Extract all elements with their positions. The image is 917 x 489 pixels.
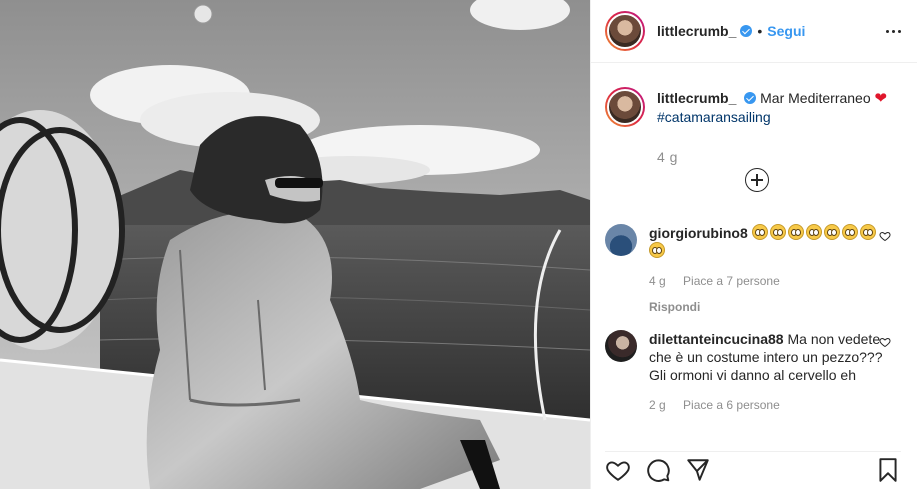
heart-icon[interactable] (605, 457, 631, 483)
caption-time: 4 g (657, 149, 678, 165)
comment-body: giorgiorubino8 4 g Piace a 7 persone Ris… (649, 224, 889, 316)
comment-time: 2 g (649, 398, 666, 412)
comment-likes[interactable]: Piace a 7 persone (683, 274, 780, 288)
photo-image (0, 0, 590, 489)
bookmark-icon[interactable] (875, 457, 901, 483)
emoji-icon (649, 242, 665, 258)
emoji-icon (769, 224, 786, 240)
comment-heart-icon[interactable] (879, 230, 891, 242)
comment-item: giorgiorubino8 4 g Piace a 7 persone Ris… (605, 224, 901, 316)
follow-button[interactable]: Segui (767, 23, 805, 39)
action-bar (605, 451, 901, 483)
reply-button[interactable]: Rispondi (649, 298, 889, 316)
author-username[interactable]: littlecrumb_ (657, 23, 736, 39)
hashtag-link[interactable]: #catamaransailing (657, 108, 887, 126)
emoji-icon (805, 224, 822, 240)
comment-icon[interactable] (645, 457, 671, 483)
more-options-icon[interactable] (886, 30, 901, 33)
plus-circle-icon[interactable] (745, 168, 769, 192)
verified-badge-icon (740, 25, 753, 37)
comment-item: dilettanteincucina88 Ma non vedete che è… (605, 330, 901, 414)
comment-body: dilettanteincucina88 Ma non vedete che è… (649, 330, 889, 414)
emoji-icon (787, 224, 804, 240)
post-header: littlecrumb_ • Segui (591, 0, 917, 63)
caption-username[interactable]: littlecrumb_ (657, 90, 736, 106)
commenter-avatar[interactable] (605, 224, 637, 256)
comment-heart-icon[interactable] (879, 336, 891, 348)
commenter-avatar[interactable] (605, 330, 637, 362)
caption-avatar[interactable] (605, 87, 645, 127)
verified-badge-icon (744, 92, 757, 104)
post-caption: littlecrumb_ Mar Mediterraneo ❤ #catamar… (591, 63, 917, 127)
separator-dot: • (757, 23, 763, 39)
caption-text: littlecrumb_ Mar Mediterraneo ❤ #catamar… (657, 87, 887, 127)
emoji-icon (841, 224, 858, 240)
red-heart-emoji: ❤ (874, 90, 888, 107)
comment-meta: 4 g Piace a 7 persone (649, 272, 889, 290)
commenter-username[interactable]: giorgiorubino8 (649, 225, 748, 241)
post-side-panel: littlecrumb_ • Segui littlecrumb_ Mar Me… (590, 0, 917, 489)
emoji-icon (823, 224, 840, 240)
comment-meta: 2 g Piace a 6 persone (649, 396, 889, 414)
caption-body: Mar Mediterraneo (760, 90, 871, 106)
author-avatar[interactable] (605, 11, 645, 51)
post-photo[interactable] (0, 0, 590, 489)
emoji-icon (859, 224, 876, 240)
commenter-username[interactable]: dilettanteincucina88 (649, 331, 784, 347)
comment-time: 4 g (649, 274, 666, 288)
emoji-icon (751, 224, 768, 240)
instagram-post: littlecrumb_ • Segui littlecrumb_ Mar Me… (0, 0, 917, 489)
share-icon[interactable] (685, 457, 711, 483)
comment-likes[interactable]: Piace a 6 persone (683, 398, 780, 412)
